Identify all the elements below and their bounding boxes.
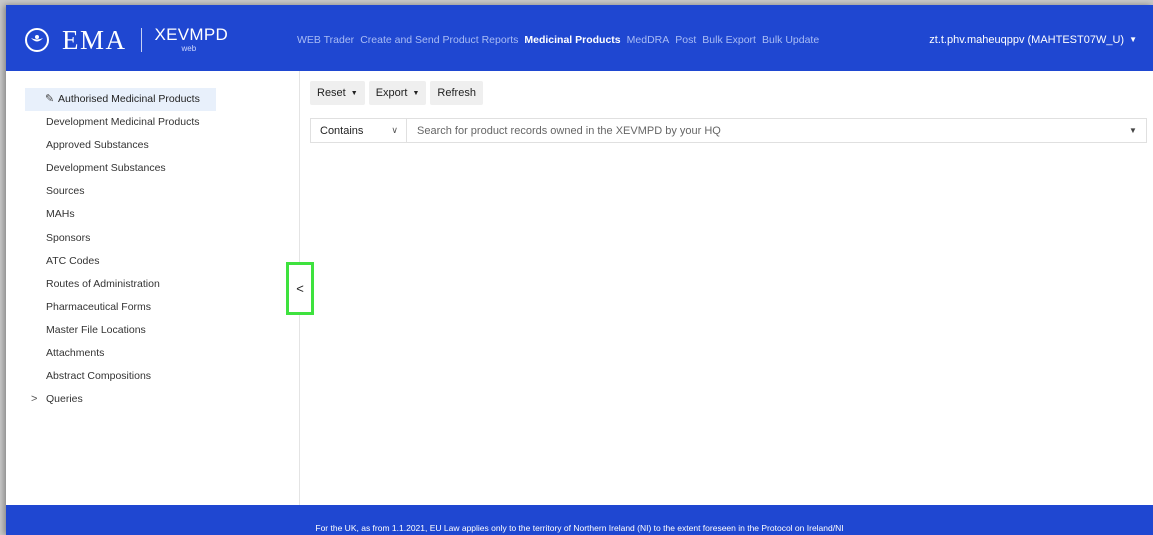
logo-app-sub: web	[181, 44, 197, 53]
sidebar-item-label: Approved Substances	[46, 139, 149, 152]
refresh-button[interactable]: Refresh	[430, 81, 483, 105]
sidebar-item-label: Routes of Administration	[46, 277, 160, 290]
nav-medicinal-products[interactable]: Medicinal Products	[524, 34, 620, 46]
sidebar-list: ✎ Authorised Medicinal Products Developm…	[25, 88, 216, 411]
logo-app-name: XEVMPD	[154, 25, 229, 44]
sidebar-item-label: Sponsors	[46, 231, 91, 244]
search-dropdown-button[interactable]: ▼	[1120, 119, 1146, 142]
nav-bulk-export[interactable]: Bulk Export	[702, 34, 756, 46]
ema-logo[interactable]: EMA XEVMPD web	[25, 25, 228, 55]
footer-notice: For the UK, as from 1.1.2021, EU Law app…	[6, 505, 1153, 535]
app-window: EMA XEVMPD web WEB Trader Create and Sen…	[6, 5, 1153, 535]
logo-app: XEVMPD web	[155, 25, 229, 55]
sidebar-item-pharmaceutical-forms[interactable]: Pharmaceutical Forms	[25, 296, 216, 319]
sidebar-item-queries[interactable]: > Queries	[25, 388, 216, 411]
top-header: EMA XEVMPD web WEB Trader Create and Sen…	[6, 5, 1153, 71]
export-label: Export	[375, 87, 408, 99]
caret-down-icon: ▼	[350, 89, 358, 97]
sidebar-item-label: ATC Codes	[46, 254, 100, 267]
nav-meddra[interactable]: MedDRA	[627, 34, 670, 46]
sidebar-item-abstract-compositions[interactable]: Abstract Compositions	[25, 365, 216, 388]
footer-text: For the UK, as from 1.1.2021, EU Law app…	[315, 523, 844, 533]
search-mode-value: Contains	[320, 124, 364, 137]
main-nav: WEB Trader Create and Send Product Repor…	[297, 34, 825, 46]
ema-emblem-icon	[25, 28, 49, 52]
sidebar: ✎ Authorised Medicinal Products Developm…	[6, 71, 300, 505]
pencil-icon: ✎	[45, 93, 55, 105]
reset-button[interactable]: Reset ▼	[310, 81, 365, 105]
sidebar-item-approved-substances[interactable]: Approved Substances	[25, 134, 216, 157]
sidebar-item-label: Queries	[46, 393, 83, 406]
sidebar-item-sponsors[interactable]: Sponsors	[25, 227, 216, 250]
sidebar-item-attachments[interactable]: Attachments	[25, 342, 216, 365]
chevron-right-icon: >	[31, 393, 38, 406]
toolbar: Reset ▼ Export ▼ Refresh	[310, 81, 487, 105]
sidebar-item-mahs[interactable]: MAHs	[25, 203, 216, 226]
search-bar: Contains ∨ ▼	[310, 118, 1147, 143]
nav-bulk-update[interactable]: Bulk Update	[762, 34, 819, 46]
sidebar-item-label: Sources	[46, 185, 85, 198]
sidebar-item-master-file-locations[interactable]: Master File Locations	[25, 319, 216, 342]
sidebar-item-atc-codes[interactable]: ATC Codes	[25, 250, 216, 273]
caret-down-icon: ▼	[1129, 35, 1137, 44]
sidebar-item-sources[interactable]: Sources	[25, 180, 216, 203]
sidebar-item-label: Master File Locations	[46, 323, 146, 336]
chevron-down-icon: ∨	[391, 125, 398, 135]
sidebar-item-authorised-medicinal-products[interactable]: ✎ Authorised Medicinal Products	[25, 88, 216, 112]
caret-down-icon: ▼	[1129, 126, 1137, 135]
sidebar-item-label: Development Medicinal Products	[46, 116, 200, 129]
nav-create-send-reports[interactable]: Create and Send Product Reports	[360, 34, 518, 46]
sidebar-item-label: Pharmaceutical Forms	[46, 300, 152, 313]
sidebar-item-development-substances[interactable]: Development Substances	[25, 157, 216, 180]
export-button[interactable]: Export ▼	[368, 81, 427, 105]
user-menu[interactable]: zt.t.phv.maheuqppv (MAHTEST07W_U) ▼	[929, 34, 1137, 46]
caret-down-icon: ▼	[412, 89, 420, 97]
sidebar-item-label: Development Substances	[46, 162, 166, 175]
sidebar-item-routes-of-administration[interactable]: Routes of Administration	[25, 273, 216, 296]
logo-divider	[140, 28, 142, 52]
nav-web-trader[interactable]: WEB Trader	[297, 34, 354, 46]
sidebar-item-label: Attachments	[46, 347, 105, 360]
search-input[interactable]	[407, 119, 1120, 142]
sidebar-item-development-medicinal-products[interactable]: Development Medicinal Products	[25, 111, 216, 134]
nav-post[interactable]: Post	[675, 34, 696, 46]
user-name: zt.t.phv.maheuqppv (MAHTEST07W_U)	[929, 34, 1125, 46]
logo-ema-text: EMA	[62, 24, 127, 55]
refresh-label: Refresh	[437, 87, 476, 99]
reset-label: Reset	[317, 87, 346, 99]
main-content: Reset ▼ Export ▼ Refresh Contains ∨ ▼	[302, 71, 1153, 505]
sidebar-item-label: Authorised Medicinal Products	[58, 93, 200, 105]
sidebar-item-label: MAHs	[46, 208, 75, 221]
sidebar-item-label: Abstract Compositions	[46, 370, 152, 383]
search-mode-select[interactable]: Contains ∨	[311, 119, 407, 142]
